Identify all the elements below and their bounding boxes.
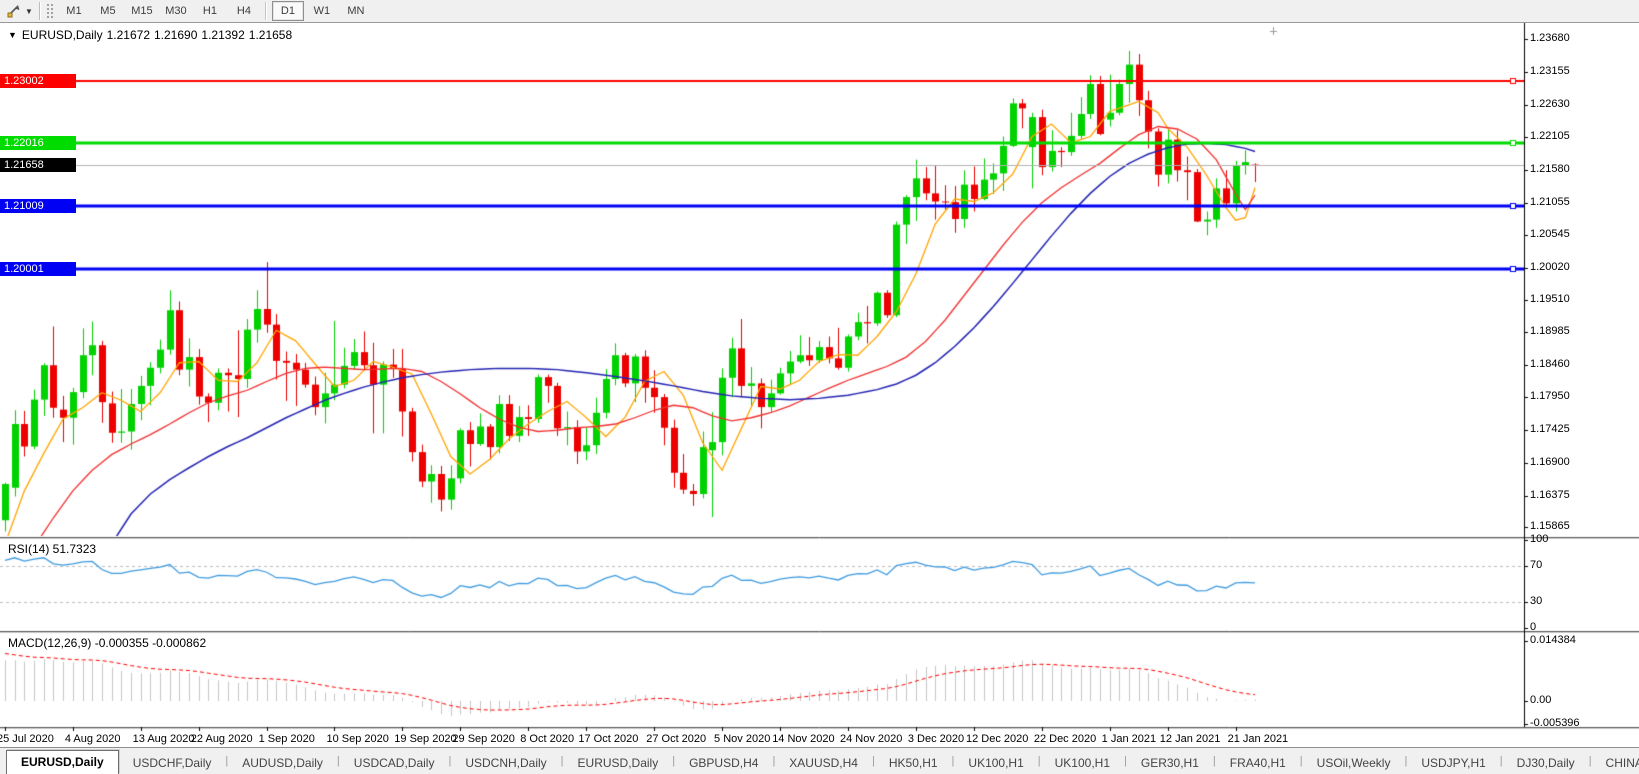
timeframe-group-separator [265, 2, 267, 20]
timeframe-button-m5[interactable]: M5 [92, 1, 124, 21]
title-close: 1.21658 [249, 28, 292, 42]
timeframe-button-h1[interactable]: H1 [194, 1, 226, 21]
hline-price-badge: 1.23002 [0, 74, 76, 88]
price-axis-tick-label: 1.20020 [1530, 261, 1570, 273]
date-axis-label: 1 Sep 2020 [259, 733, 315, 745]
chart-window: ▼ EURUSD,Daily 1.21672 1.21690 1.21392 1.2165… [0, 23, 1639, 746]
price-axis-tick-label: 1.16900 [1530, 456, 1570, 468]
date-axis-label: 17 Oct 2020 [578, 733, 638, 745]
date-axis-label: 22 Dec 2020 [1034, 733, 1096, 745]
chart-tab-usoil-weekly[interactable]: USOil,Weekly [1303, 752, 1405, 774]
timeframe-button-group: M1M5M15M30H1H4 D1W1MN [57, 1, 373, 21]
rsi-axis-tick-label: 0 [1530, 621, 1536, 633]
date-axis-label: 4 Aug 2020 [65, 733, 121, 745]
chart-tab-hk50-h1[interactable]: HK50,H1 [875, 752, 952, 774]
chart-title: ▼ EURUSD,Daily 1.21672 1.21690 1.21392 1.2165… [8, 28, 296, 42]
toolbar-separator [39, 2, 41, 20]
title-low: 1.21392 [201, 28, 244, 42]
chart-tab-usdcnh-daily[interactable]: USDCNH,Daily [451, 752, 560, 774]
rsi-indicator-label: RSI(14) 51.7323 [8, 542, 96, 556]
chart-tab-bar: EURUSD,DailyUSDCHF,Daily|AUDUSD,Daily|US… [0, 747, 1639, 774]
date-axis-label: 8 Oct 2020 [520, 733, 574, 745]
chart-tab-uk100-h1[interactable]: UK100,H1 [954, 752, 1037, 774]
date-axis-label: 21 Jan 2021 [1228, 733, 1289, 745]
rsi-axis-tick-label: 100 [1530, 533, 1548, 545]
chart-tab-usdchf-daily[interactable]: USDCHF,Daily [119, 752, 226, 774]
date-axis-label: 29 Sep 2020 [452, 733, 514, 745]
chart-tab-eurusd-daily[interactable]: EURUSD,Daily [6, 750, 119, 774]
macd-axis-tick-label: -0.005396 [1530, 717, 1580, 729]
chart-tab-audusd-daily[interactable]: AUDUSD,Daily [228, 752, 337, 774]
date-axis-label: 24 Nov 2020 [840, 733, 902, 745]
chart-tab-gbpusd-h4[interactable]: GBPUSD,H4 [675, 752, 772, 774]
title-symbol: EURUSD,Daily [22, 28, 103, 42]
hline-price-badge: 1.21009 [0, 199, 76, 213]
timeframe-button-d1[interactable]: D1 [272, 1, 304, 21]
price-axis-tick-label: 1.21580 [1530, 163, 1570, 175]
date-axis-label: 27 Oct 2020 [646, 733, 706, 745]
chart-tab-china300-h1[interactable]: CHINA300,H1 [1592, 752, 1639, 774]
chart-plot-area[interactable] [0, 23, 1639, 746]
date-axis-label: 12 Dec 2020 [966, 733, 1028, 745]
price-axis-tick-label: 1.18460 [1530, 358, 1570, 370]
chart-tab-usdjpy-h1[interactable]: USDJPY,H1 [1407, 752, 1499, 774]
macd-axis-tick-label: 0.014384 [1530, 634, 1576, 646]
date-axis-label: 19 Sep 2020 [394, 733, 456, 745]
timeframe-button-m30[interactable]: M30 [160, 1, 192, 21]
chart-tab-xauusd-h4[interactable]: XAUUSD,H4 [775, 752, 872, 774]
title-high: 1.21690 [154, 28, 197, 42]
toolbar-drag-handle[interactable] [46, 3, 53, 19]
price-axis-tick-label: 1.20545 [1530, 228, 1570, 240]
rsi-axis-tick-label: 30 [1530, 595, 1542, 607]
chart-tab-eurusd-daily[interactable]: EURUSD,Daily [564, 752, 673, 774]
timeframe-button-h4[interactable]: H4 [228, 1, 260, 21]
date-axis-label: 13 Aug 2020 [133, 733, 195, 745]
timeframe-button-w1[interactable]: W1 [306, 1, 338, 21]
chart-tab-usdcad-daily[interactable]: USDCAD,Daily [340, 752, 449, 774]
price-axis-tick-label: 1.21055 [1530, 196, 1570, 208]
current-price-badge: 1.21658 [0, 158, 76, 172]
timeframe-button-mn[interactable]: MN [340, 1, 372, 21]
date-axis-label: 12 Jan 2021 [1160, 733, 1221, 745]
price-axis-tick-label: 1.22630 [1530, 98, 1570, 110]
cursor-crosshair-icon [6, 4, 22, 18]
hline-price-badge: 1.22016 [0, 136, 76, 150]
date-axis-label: 25 Jul 2020 [0, 733, 54, 745]
price-axis-tick-label: 1.15865 [1530, 520, 1570, 532]
date-axis-label: 3 Dec 2020 [908, 733, 964, 745]
price-axis-tick-label: 1.19510 [1530, 293, 1570, 305]
timeframe-button-m15[interactable]: M15 [126, 1, 158, 21]
cursor-tool-button[interactable]: ▼ [3, 2, 36, 20]
date-axis-label: 22 Aug 2020 [191, 733, 253, 745]
macd-indicator-label: MACD(12,26,9) -0.000355 -0.000862 [8, 636, 206, 650]
chart-tab-ger30-h1[interactable]: GER30,H1 [1127, 752, 1213, 774]
chart-tab-dj30-daily[interactable]: DJ30,Daily [1503, 752, 1589, 774]
top-toolbar: ▼ M1M5M15M30H1H4 D1W1MN [0, 0, 1639, 23]
macd-axis-tick-label: 0.00 [1530, 694, 1551, 706]
title-expand-icon[interactable]: ▼ [8, 30, 17, 40]
date-axis-label: 14 Nov 2020 [772, 733, 834, 745]
hline-price-badge: 1.20001 [0, 262, 76, 276]
title-open: 1.21672 [107, 28, 150, 42]
price-axis-tick-label: 1.23680 [1530, 32, 1570, 44]
chart-tab-uk100-h1[interactable]: UK100,H1 [1041, 752, 1124, 774]
chart-tab-fra40-h1[interactable]: FRA40,H1 [1216, 752, 1300, 774]
price-axis-tick-label: 1.16375 [1530, 489, 1570, 501]
date-axis-label: 10 Sep 2020 [326, 733, 388, 745]
price-axis-tick-label: 1.17950 [1530, 390, 1570, 402]
price-axis-tick-label: 1.18985 [1530, 325, 1570, 337]
timeframe-button-m1[interactable]: M1 [58, 1, 90, 21]
price-axis-tick-label: 1.23155 [1530, 65, 1570, 77]
dropdown-caret-icon: ▼ [25, 7, 33, 16]
date-axis-label: 5 Nov 2020 [714, 733, 770, 745]
price-axis-tick-label: 1.17425 [1530, 423, 1570, 435]
date-axis-label: 1 Jan 2021 [1102, 733, 1156, 745]
rsi-axis-tick-label: 70 [1530, 559, 1542, 571]
price-axis-tick-label: 1.22105 [1530, 130, 1570, 142]
